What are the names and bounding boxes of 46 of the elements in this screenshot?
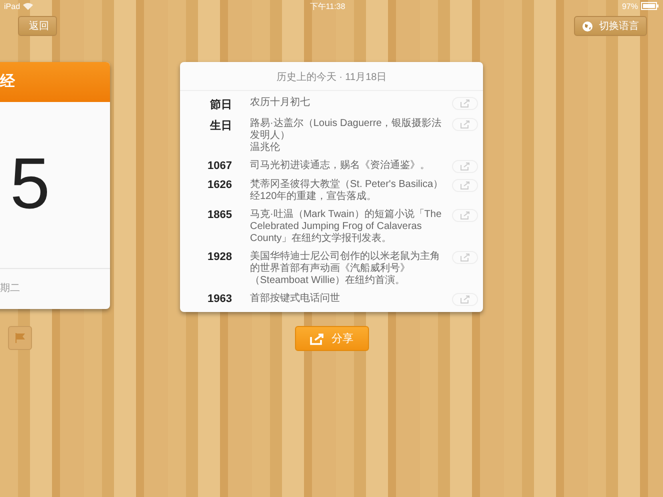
event-text: 农历十月初七 [250, 97, 311, 109]
share-icon [460, 295, 470, 304]
row-label: 節日 [209, 98, 233, 112]
status-time: 下午11:38 [310, 0, 346, 12]
wifi-icon [23, 2, 34, 10]
calendar-day: 5 [0, 102, 110, 268]
event-text: 温兆伦 [250, 142, 281, 154]
card-title: 历史上的今天 · 11月18日 [180, 62, 483, 91]
event-text: 路易·达盖尔（Louis Daguerre，银版摄影法发明人） [250, 118, 443, 142]
row-label: 1626 [206, 179, 233, 191]
share-button[interactable]: 分享 [294, 326, 368, 351]
share-row-button[interactable] [452, 179, 478, 192]
share-icon [460, 120, 470, 129]
share-row-button[interactable] [452, 160, 478, 173]
event-text: 首部按键式电话问世 [250, 293, 341, 305]
globe-icon [582, 20, 593, 32]
battery-icon [641, 2, 659, 10]
share-icon [460, 99, 470, 108]
row-label: 生日 [208, 118, 233, 133]
row-label: 1067 [206, 160, 233, 172]
back-button[interactable]: 返回 [18, 16, 57, 36]
share-row-button[interactable] [452, 209, 478, 222]
language-button[interactable]: 切换语言 [574, 16, 647, 36]
event-text: 梵蒂冈圣彼得大教堂（St. Peter's Basilica）经120年的重建，宣告落成。 [250, 179, 444, 203]
calendar-header: 经 [0, 62, 110, 102]
share-icon [460, 211, 470, 220]
row-label: 1963 [206, 293, 233, 305]
flag-button[interactable] [8, 326, 32, 350]
calendar-weekday: 期二 [0, 268, 110, 309]
calendar-card[interactable]: 经 5 期二 [0, 62, 110, 309]
event-text: 司马光初进读通志，赐名《资治通鉴》。 [250, 160, 431, 172]
flag-icon [15, 333, 25, 343]
battery-percent: 97% [622, 2, 638, 10]
share-icon [460, 253, 470, 262]
share-row-button[interactable] [452, 293, 478, 306]
share-icon [310, 332, 324, 344]
row-label: 1865 [206, 209, 233, 221]
share-icon [460, 181, 470, 190]
event-text: 马克·吐温（Mark Twain）的短篇小说「The Celebrated Jumping Frog of Calaveras County」在纽约文学报刊发表。 [250, 209, 443, 245]
device-name: iPad [4, 2, 20, 10]
share-icon [460, 162, 470, 171]
share-row-button[interactable] [452, 118, 478, 131]
row-label: 1928 [206, 251, 233, 263]
event-text: 美国华特迪士尼公司创作的以米老鼠为主角的世界首部有声动画《汽船威利号》（Steamboat Willie）在纽约首演。 [250, 251, 441, 287]
share-row-button[interactable] [452, 97, 478, 110]
share-row-button[interactable] [452, 251, 478, 264]
